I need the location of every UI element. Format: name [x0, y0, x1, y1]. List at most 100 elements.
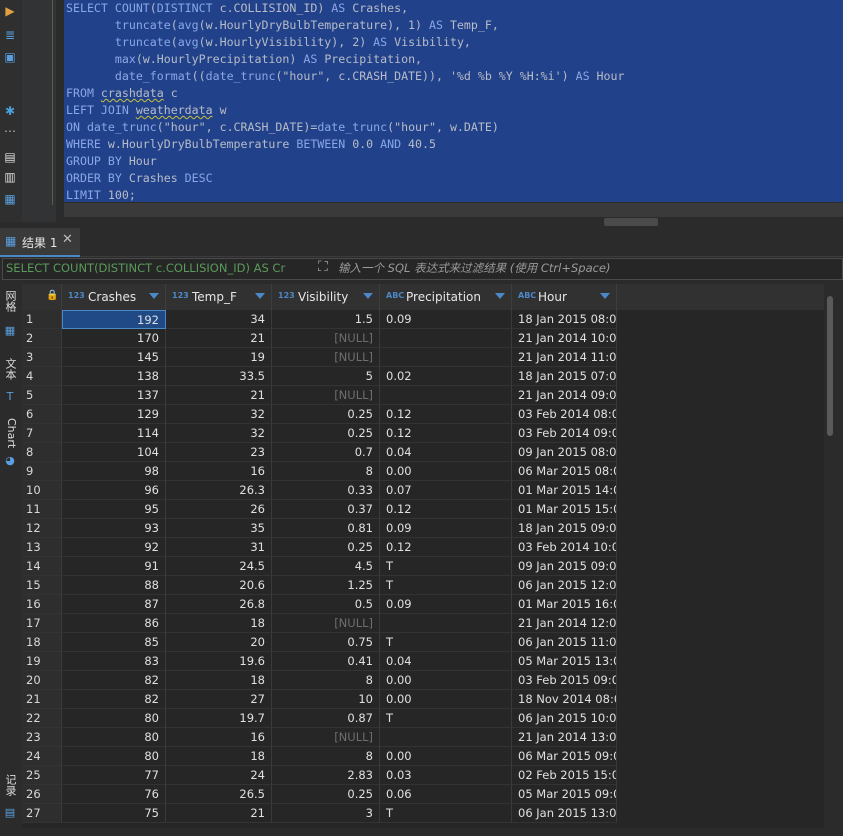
row-number[interactable]: 26 [22, 785, 62, 804]
row-number[interactable]: 12 [22, 519, 62, 538]
cell-visibility[interactable]: 0.81 [272, 519, 380, 538]
table-row[interactable]: 18 85 20 0.75 T 06 Jan 2015 11:00 [22, 633, 617, 652]
text-icon[interactable]: T [3, 390, 17, 404]
tab-grid[interactable]: 网格 [2, 290, 18, 312]
cell-hour[interactable]: 18 Jan 2015 09:00 [512, 519, 617, 538]
sql-line[interactable]: LIMIT 100; [66, 187, 624, 204]
cell-precipitation[interactable] [380, 386, 512, 405]
cell-crashes[interactable]: 86 [62, 614, 166, 633]
cell-precipitation[interactable]: T [380, 804, 512, 823]
row-number[interactable]: 22 [22, 709, 62, 728]
export-icon[interactable]: ▥ [3, 170, 17, 184]
table-row[interactable]: 25 77 24 2.83 0.03 02 Feb 2015 15:00 [22, 766, 617, 785]
settings-icon[interactable]: ✱ [3, 104, 17, 118]
cell-precipitation[interactable]: T [380, 576, 512, 595]
cell-precipitation[interactable] [380, 728, 512, 747]
table-row[interactable]: 10 96 26.3 0.33 0.07 01 Mar 2015 14:00 [22, 481, 617, 500]
cell-precipitation[interactable]: T [380, 633, 512, 652]
tab-text[interactable]: 文本 [2, 358, 18, 380]
close-tab-icon[interactable]: ✕ [62, 232, 73, 247]
cell-visibility[interactable]: 1.5 [272, 310, 380, 329]
cell-visibility[interactable]: 4.5 [272, 557, 380, 576]
cell-crashes[interactable]: 192 [62, 310, 166, 329]
expand-icon[interactable]: ⛶ [318, 259, 328, 275]
cell-visibility[interactable]: 0.33 [272, 481, 380, 500]
sort-dropdown-icon[interactable] [495, 293, 505, 299]
cell-hour[interactable]: 21 Jan 2014 11:00 [512, 348, 617, 367]
table-row[interactable]: 17 86 18 [NULL] 21 Jan 2014 12:00 [22, 614, 617, 633]
cell-precipitation[interactable]: 0.04 [380, 652, 512, 671]
cell-hour[interactable]: 05 Mar 2015 13:00 [512, 652, 617, 671]
cell-temp_f[interactable]: 26.8 [166, 595, 272, 614]
cell-hour[interactable]: 21 Jan 2014 10:00 [512, 329, 617, 348]
cell-hour[interactable]: 01 Mar 2015 15:00 [512, 500, 617, 519]
cell-precipitation[interactable] [380, 329, 512, 348]
cell-crashes[interactable]: 145 [62, 348, 166, 367]
cell-precipitation[interactable]: 0.09 [380, 595, 512, 614]
terminal-icon[interactable]: ▣ [3, 50, 17, 64]
table-row[interactable]: 8 104 23 0.7 0.04 09 Jan 2015 08:00 [22, 443, 617, 462]
format-icon[interactable]: ▦ [3, 192, 17, 206]
scrollbar-thumb[interactable] [827, 296, 833, 436]
cell-crashes[interactable]: 95 [62, 500, 166, 519]
row-number[interactable]: 9 [22, 462, 62, 481]
table-row[interactable]: 22 80 19.7 0.87 T 06 Jan 2015 10:00 [22, 709, 617, 728]
cell-crashes[interactable]: 82 [62, 671, 166, 690]
cell-visibility[interactable]: 2.83 [272, 766, 380, 785]
sql-line[interactable]: ORDER BY Crashes DESC [66, 170, 624, 187]
cell-crashes[interactable]: 88 [62, 576, 166, 595]
cell-crashes[interactable]: 87 [62, 595, 166, 614]
cell-temp_f[interactable]: 20.6 [166, 576, 272, 595]
table-row[interactable]: 23 80 16 [NULL] 21 Jan 2014 13:00 [22, 728, 617, 747]
cell-crashes[interactable]: 75 [62, 804, 166, 823]
sql-line[interactable]: SELECT COUNT(DISTINCT c.COLLISION_ID) AS… [66, 0, 624, 17]
table-row[interactable]: 2 170 21 [NULL] 21 Jan 2014 10:00 [22, 329, 617, 348]
row-number[interactable]: 18 [22, 633, 62, 652]
sql-line[interactable]: WHERE w.HourlyDryBulbTemperature BETWEEN… [66, 136, 624, 153]
column-header-hour[interactable]: ABC Hour [512, 284, 617, 310]
row-number[interactable]: 16 [22, 595, 62, 614]
cell-precipitation[interactable]: 0.12 [380, 500, 512, 519]
cell-hour[interactable]: 21 Jan 2014 13:00 [512, 728, 617, 747]
cell-visibility[interactable]: [NULL] [272, 329, 380, 348]
cell-crashes[interactable]: 80 [62, 728, 166, 747]
cell-precipitation[interactable]: 0.00 [380, 747, 512, 766]
cell-hour[interactable]: 01 Mar 2015 14:00 [512, 481, 617, 500]
column-header-visibility[interactable]: 123 Visibility [272, 284, 380, 310]
cell-temp_f[interactable]: 31 [166, 538, 272, 557]
row-number[interactable]: 10 [22, 481, 62, 500]
sort-dropdown-icon[interactable] [363, 293, 373, 299]
cell-precipitation[interactable]: 0.09 [380, 310, 512, 329]
cell-hour[interactable]: 06 Jan 2015 13:00 [512, 804, 617, 823]
row-number[interactable]: 19 [22, 652, 62, 671]
cell-hour[interactable]: 03 Feb 2014 08:00 [512, 405, 617, 424]
row-number[interactable]: 7 [22, 424, 62, 443]
cell-temp_f[interactable]: 26.5 [166, 785, 272, 804]
table-row[interactable]: 5 137 21 [NULL] 21 Jan 2014 09:00 [22, 386, 617, 405]
row-number[interactable]: 11 [22, 500, 62, 519]
row-number[interactable]: 27 [22, 804, 62, 823]
column-header-temp_f[interactable]: 123 Temp_F [166, 284, 272, 310]
row-number[interactable]: 6 [22, 405, 62, 424]
cell-hour[interactable]: 09 Jan 2015 09:00 [512, 557, 617, 576]
sort-dropdown-icon[interactable] [149, 293, 159, 299]
row-number[interactable]: 13 [22, 538, 62, 557]
row-number[interactable]: 20 [22, 671, 62, 690]
table-row[interactable]: 4 138 33.5 5 0.02 18 Jan 2015 07:00 [22, 367, 617, 386]
cell-hour[interactable]: 03 Feb 2015 09:00 [512, 671, 617, 690]
cell-temp_f[interactable]: 18 [166, 671, 272, 690]
cell-temp_f[interactable]: 32 [166, 424, 272, 443]
cell-temp_f[interactable]: 18 [166, 747, 272, 766]
cell-temp_f[interactable]: 32 [166, 405, 272, 424]
cell-precipitation[interactable]: T [380, 557, 512, 576]
cell-visibility[interactable]: 8 [272, 462, 380, 481]
cell-hour[interactable]: 01 Mar 2015 16:00 [512, 595, 617, 614]
table-row[interactable]: 9 98 16 8 0.00 06 Mar 2015 08:00 [22, 462, 617, 481]
execute-script-icon[interactable]: ≣ [3, 28, 17, 42]
table-row[interactable]: 13 92 31 0.25 0.12 03 Feb 2014 10:00 [22, 538, 617, 557]
cell-visibility[interactable]: 8 [272, 747, 380, 766]
cell-crashes[interactable]: 114 [62, 424, 166, 443]
cell-crashes[interactable]: 83 [62, 652, 166, 671]
grid-horizontal-scrollbar[interactable] [22, 828, 824, 836]
row-number[interactable]: 5 [22, 386, 62, 405]
